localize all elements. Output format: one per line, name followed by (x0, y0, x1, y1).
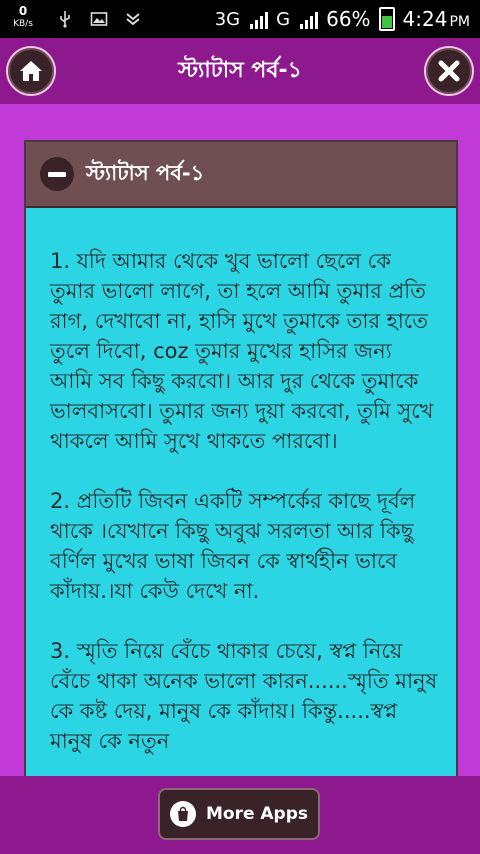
network-speed: 0 KB/s (10, 5, 36, 30)
status-paragraph-3: 3. স্মৃতি নিয়ে বেঁচে থাকার চেয়ে, স্বপ্… (50, 639, 438, 753)
usb-icon (60, 11, 70, 28)
status-right: 3G G 66% 4:24 PM (215, 0, 470, 38)
home-icon (20, 61, 42, 81)
network-type-3g: 3G (214, 8, 241, 30)
home-button[interactable] (8, 48, 54, 94)
status-paragraph-2: 2. প্রতিটি জিবন একটি সম্পর্কের কাছে দূর্… (50, 489, 416, 603)
network-speed-value: 0 (18, 4, 28, 18)
close-icon (438, 60, 460, 82)
more-apps-label: More Apps (205, 804, 309, 824)
clock-time: 4:24 (402, 7, 448, 31)
image-icon (90, 12, 108, 26)
page-title: স্ট্যাটাস পর্ব-১ (178, 57, 302, 83)
app-header: স্ট্যাটাস পর্ব-১ (0, 38, 480, 104)
panel-title: স্ট্যাটাস পর্ব-১ (86, 160, 205, 185)
download-icon (126, 13, 140, 26)
network-type-g: G (276, 8, 291, 30)
panel-header[interactable]: স্ট্যাটাস পর্ব-১ (26, 142, 456, 208)
clock-ampm: PM (449, 14, 470, 30)
bottom-bar: More Apps (0, 776, 480, 854)
close-button[interactable] (426, 48, 472, 94)
more-apps-button[interactable]: More Apps (158, 788, 320, 840)
shopping-bag-icon (169, 801, 196, 827)
battery-icon (378, 7, 395, 31)
clock: 4:24 PM (403, 7, 470, 31)
network-speed-unit: KB/s (13, 19, 33, 29)
panel-content: 1. যদি আমার থেকে খুব ভালো ছেলে কে তুমার … (26, 208, 456, 756)
status-panel: স্ট্যাটাস পর্ব-১ 1. যদি আমার থেকে খুব ভা… (24, 140, 458, 792)
status-bar: 0 KB/s 3G G 66% 4:24 PM (0, 0, 480, 38)
collapse-icon[interactable] (40, 157, 74, 191)
status-paragraph-1: 1. যদি আমার থেকে খুব ভালো ছেলে কে তুমার … (50, 249, 434, 453)
battery-percent: 66% (326, 7, 371, 31)
signal-icon (250, 9, 269, 29)
signal-icon-2 (300, 9, 319, 29)
